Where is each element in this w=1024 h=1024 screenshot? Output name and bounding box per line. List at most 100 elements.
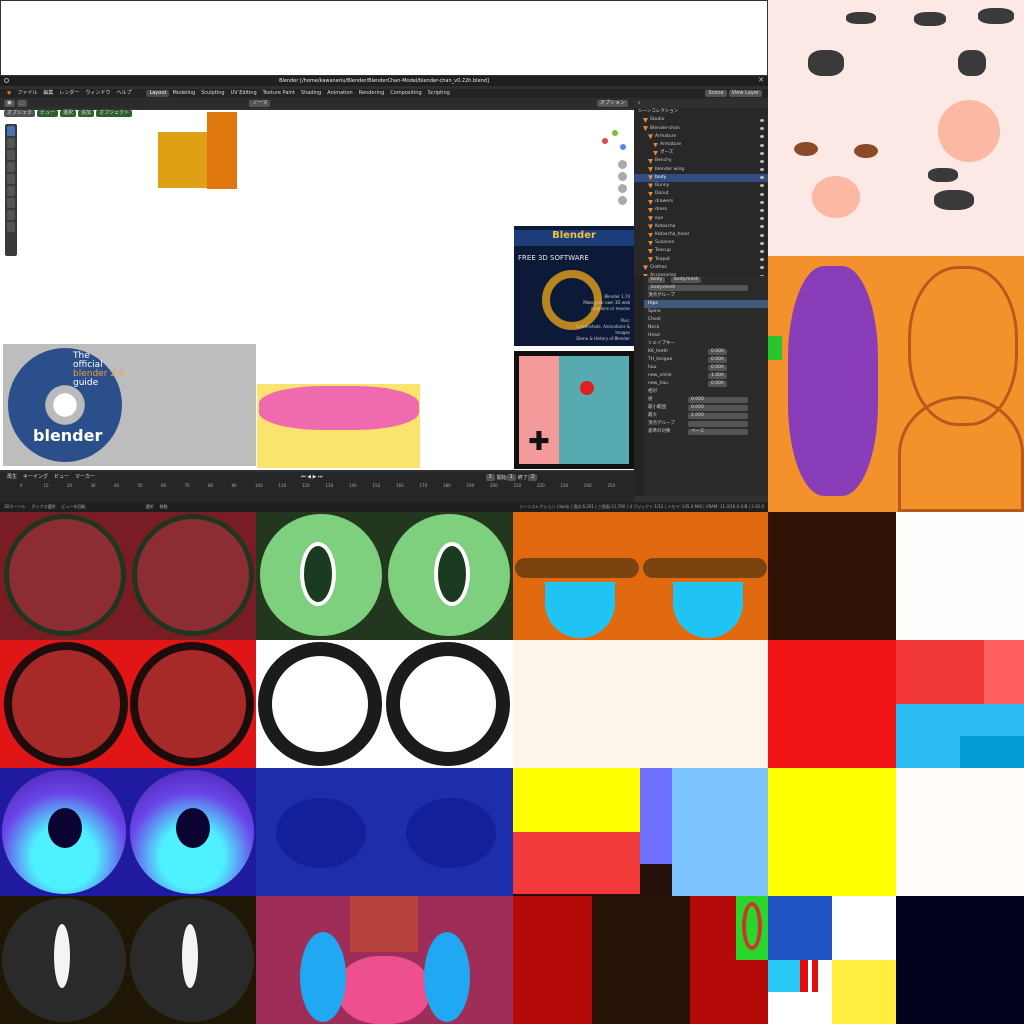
menu-edit[interactable]: 編集: [40, 90, 56, 97]
visibility-eye-icon[interactable]: [760, 151, 764, 155]
tab-texture-paint[interactable]: Texture Paint: [260, 90, 298, 97]
outliner-row[interactable]: blender wing: [634, 166, 768, 174]
visibility-eye-icon[interactable]: [760, 241, 764, 245]
tab-rendering[interactable]: Rendering: [356, 90, 388, 97]
outliner-row[interactable]: drawers: [634, 198, 768, 206]
outliner-row[interactable]: Clothes: [634, 264, 768, 272]
visibility-eye-icon[interactable]: [760, 176, 764, 180]
vgroup-field[interactable]: [688, 421, 748, 427]
visibility-eye-icon[interactable]: [760, 266, 764, 270]
basis-field[interactable]: ベース: [688, 429, 748, 435]
menu-file[interactable]: ファイル: [14, 90, 40, 97]
visibility-eye-icon[interactable]: [760, 217, 764, 221]
start-field[interactable]: 1: [506, 473, 516, 481]
outliner-row[interactable]: body: [634, 173, 768, 182]
max-field[interactable]: 1.000: [688, 413, 748, 419]
visibility-eye-icon[interactable]: [760, 225, 764, 229]
outliner-row[interactable]: ポーズ: [634, 149, 768, 157]
shape-keys-title[interactable]: シェイプキー: [648, 340, 675, 348]
select-tool-icon[interactable]: [7, 126, 15, 136]
scale-tool-icon[interactable]: [7, 174, 15, 184]
visibility-eye-icon[interactable]: [760, 249, 764, 253]
shape-key-value[interactable]: 0.000: [708, 365, 727, 371]
vertex-group-row[interactable]: Head: [634, 332, 768, 340]
tab-uv-editing[interactable]: UV Editing: [228, 90, 260, 97]
measure-tool-icon[interactable]: [7, 210, 15, 220]
visibility-eye-icon[interactable]: [760, 159, 764, 163]
outliner-row[interactable]: Kotoscha_head: [634, 231, 768, 239]
outliner-row[interactable]: Benchy: [634, 157, 768, 165]
viewport-menu-add[interactable]: 追加: [78, 110, 95, 117]
visibility-eye-icon[interactable]: [760, 258, 764, 262]
camera-icon[interactable]: [618, 184, 627, 193]
viewport-menu-object[interactable]: オブジェクト: [96, 110, 133, 117]
viewport-menu-select[interactable]: 選択: [60, 110, 77, 117]
outliner-row[interactable]: Donut: [634, 190, 768, 198]
visibility-eye-icon[interactable]: [760, 143, 764, 147]
shape-key-row[interactable]: new_hau 0.000: [634, 380, 768, 388]
outliner-row[interactable]: dress: [634, 206, 768, 214]
transform-orientation[interactable]: ノーマ: [249, 100, 271, 107]
navigation-gizmo[interactable]: [600, 130, 630, 160]
scene-selector[interactable]: Scene: [705, 90, 727, 97]
vertex-group-row[interactable]: Hips: [634, 300, 768, 308]
min-field[interactable]: 0.000: [688, 405, 748, 411]
visibility-eye-icon[interactable]: [760, 118, 764, 122]
add-cube-tool-icon[interactable]: [7, 222, 15, 232]
vertex-group-row[interactable]: Neck: [634, 324, 768, 332]
object-mode-icon[interactable]: ▣: [4, 100, 15, 107]
shape-key-row[interactable]: KK_teeth 0.000: [634, 348, 768, 356]
shape-key-value[interactable]: 0.000: [708, 381, 727, 387]
end-field[interactable]: 2: [527, 473, 538, 481]
vertex-group-row[interactable]: Spine: [634, 308, 768, 316]
playback-controls[interactable]: ⏮ ◀ ▶ ⏭: [298, 474, 325, 481]
visibility-eye-icon[interactable]: [760, 127, 764, 131]
tab-scripting[interactable]: Scripting: [425, 90, 453, 97]
tab-compositing[interactable]: Compositing: [387, 90, 424, 97]
shape-key-row[interactable]: hau 0.000: [634, 364, 768, 372]
zoom-icon[interactable]: [618, 160, 627, 169]
pan-icon[interactable]: [618, 172, 627, 181]
shape-key-value[interactable]: 1.000: [708, 373, 727, 379]
outliner-row[interactable]: Kotoscha: [634, 223, 768, 231]
view-layer-selector[interactable]: View Layer: [728, 90, 762, 97]
tab-layout[interactable]: Layout: [146, 90, 170, 97]
object-name[interactable]: body: [648, 277, 666, 283]
relative-checkbox[interactable]: 相対: [648, 388, 657, 396]
visibility-eye-icon[interactable]: [760, 233, 764, 237]
outliner-row[interactable]: Blender-chan: [634, 125, 768, 133]
outliner-row[interactable]: Bunny: [634, 182, 768, 190]
mesh-data-field[interactable]: body.mesh: [648, 285, 748, 291]
menu-help[interactable]: ヘルプ: [113, 90, 134, 97]
outliner-row[interactable]: Teacup: [634, 247, 768, 255]
close-icon[interactable]: ✕: [758, 76, 764, 84]
options-button[interactable]: オプション: [596, 100, 628, 107]
timeline-menu-view[interactable]: ビュー: [51, 474, 72, 481]
tab-modeling[interactable]: Modeling: [169, 90, 198, 97]
vertex-group-row[interactable]: Chest: [634, 316, 768, 324]
menu-window[interactable]: ウィンドウ: [82, 90, 113, 97]
visibility-eye-icon[interactable]: [760, 200, 764, 204]
outliner-row[interactable]: Armature: [634, 133, 768, 141]
outliner-search-icon[interactable]: ⌕: [638, 100, 641, 108]
timeline-ruler[interactable]: 0 10 20 30 40 50 60 70 80 90 100 110 120 130 140 150 160…: [20, 483, 620, 491]
shape-key-row[interactable]: new_smile 1.000: [634, 372, 768, 380]
annotate-tool-icon[interactable]: [7, 198, 15, 208]
outliner-row[interactable]: Suzanne: [634, 239, 768, 247]
outliner-row[interactable]: Teapot: [634, 256, 768, 264]
tab-animation[interactable]: Animation: [324, 90, 356, 97]
shape-key-value[interactable]: 0.000: [708, 349, 727, 355]
outliner-row[interactable]: Armature: [634, 141, 768, 149]
vertex-groups-title[interactable]: 頂点グループ: [648, 292, 675, 300]
tab-sculpting[interactable]: Sculpting: [198, 90, 227, 97]
value-field[interactable]: 0.000: [688, 397, 748, 403]
timeline-menu-playback[interactable]: 再生: [4, 474, 20, 481]
viewport-menu-view[interactable]: ビュー: [37, 110, 59, 117]
visibility-eye-icon[interactable]: [760, 184, 764, 188]
menu-render[interactable]: レンダー: [56, 90, 82, 97]
frame-field[interactable]: 3: [485, 473, 495, 481]
tab-shading[interactable]: Shading: [298, 90, 324, 97]
mesh-name[interactable]: body.mesh: [671, 277, 702, 283]
outliner-row[interactable]: eye: [634, 215, 768, 223]
viewport-mode-select[interactable]: オブジェク: [4, 110, 36, 117]
